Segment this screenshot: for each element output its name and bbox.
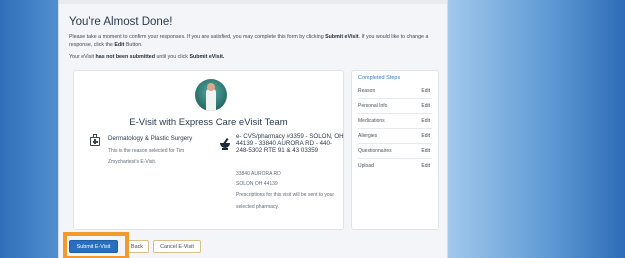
submission-status: Your eVisit has not been submitted until… — [69, 54, 224, 60]
medical-kit-icon — [90, 137, 100, 146]
edit-allergies-link[interactable]: Edit — [421, 133, 430, 139]
edit-upload-link[interactable]: Edit — [421, 163, 430, 169]
intro-text-3: Button. — [125, 41, 143, 48]
step-label: Medications — [358, 118, 385, 124]
reason-note-line-1: This is the reason selected for Tim — [108, 148, 185, 154]
intro-edit-keyword: Edit — [114, 41, 125, 48]
pharmacy-note: Prescriptions for this visit will be sen… — [236, 192, 335, 210]
status-submit-keyword: Submit eVisit. — [189, 54, 225, 60]
pharmacy-address-line-1: 33840 AURORA RD — [236, 171, 281, 177]
completed-steps-title: Completed Steps — [358, 75, 401, 81]
visit-summary-panel: E-Visit with Express Care eVisit Team De… — [73, 70, 344, 230]
edit-personal-info-link[interactable]: Edit — [421, 103, 430, 109]
care-team-avatar — [195, 79, 227, 111]
step-row-upload: Upload Edit — [358, 159, 432, 174]
pharmacy-address-line-2: SOLON OH 44139 — [236, 181, 278, 187]
visit-reason-note: This is the reason selected for Tim Zmyc… — [108, 146, 208, 167]
step-row-questionnaires: Questionnaires Edit — [358, 144, 432, 159]
completed-steps-panel: Completed Steps Reason Edit Personal Inf… — [351, 70, 439, 230]
page-title: You're Almost Done! — [69, 16, 173, 28]
step-row-reason: Reason Edit — [358, 84, 432, 99]
step-label: Questionnaires — [358, 148, 392, 154]
status-not-submitted: has not been submitted — [95, 54, 155, 60]
reason-note-line-2: Zmychartest's E-Visit. — [108, 158, 157, 165]
avatar-face — [207, 83, 215, 91]
step-row-personal-info: Personal Info Edit — [358, 99, 432, 114]
visit-reason-title: Dermatology & Plastic Surgery — [108, 135, 193, 142]
edit-medications-link[interactable]: Edit — [421, 118, 430, 124]
evisit-summary-card: You're Almost Done! Please take a moment… — [58, 0, 448, 258]
intro-text-1: Please take a moment to confirm your res… — [69, 34, 324, 40]
step-row-allergies: Allergies Edit — [358, 129, 432, 144]
mortar-base-shape — [222, 148, 228, 150]
cancel-evisit-button[interactable]: Cancel E-Visit — [153, 240, 201, 253]
step-label: Personal Info — [358, 103, 388, 109]
pharmacy-name: e- CVS/pharmacy #3359 - SOLON, OH 44139 … — [236, 133, 344, 154]
step-label: Reason — [358, 88, 376, 94]
status-prefix: Your eVisit — [69, 54, 95, 60]
pharmacy-mortar-icon — [220, 137, 230, 150]
confirmation-instructions: Please take a moment to confirm your res… — [69, 34, 441, 49]
avatar-coat — [206, 89, 216, 111]
care-team-title: E-Visit with Express Care eVisit Team — [129, 117, 288, 128]
edit-questionnaires-link[interactable]: Edit — [421, 148, 430, 154]
step-label: Allergies — [358, 133, 378, 139]
intro-submit-keyword: Submit eVisit — [325, 34, 359, 40]
status-mid: until you click — [156, 54, 188, 60]
step-label: Upload — [358, 163, 374, 169]
step-row-medications: Medications Edit — [358, 114, 432, 129]
back-button[interactable]: Back — [125, 240, 149, 253]
submit-evisit-button[interactable]: Submit E-Visit — [69, 240, 118, 253]
card-top-divider — [59, 0, 447, 4]
edit-reason-link[interactable]: Edit — [421, 88, 430, 94]
